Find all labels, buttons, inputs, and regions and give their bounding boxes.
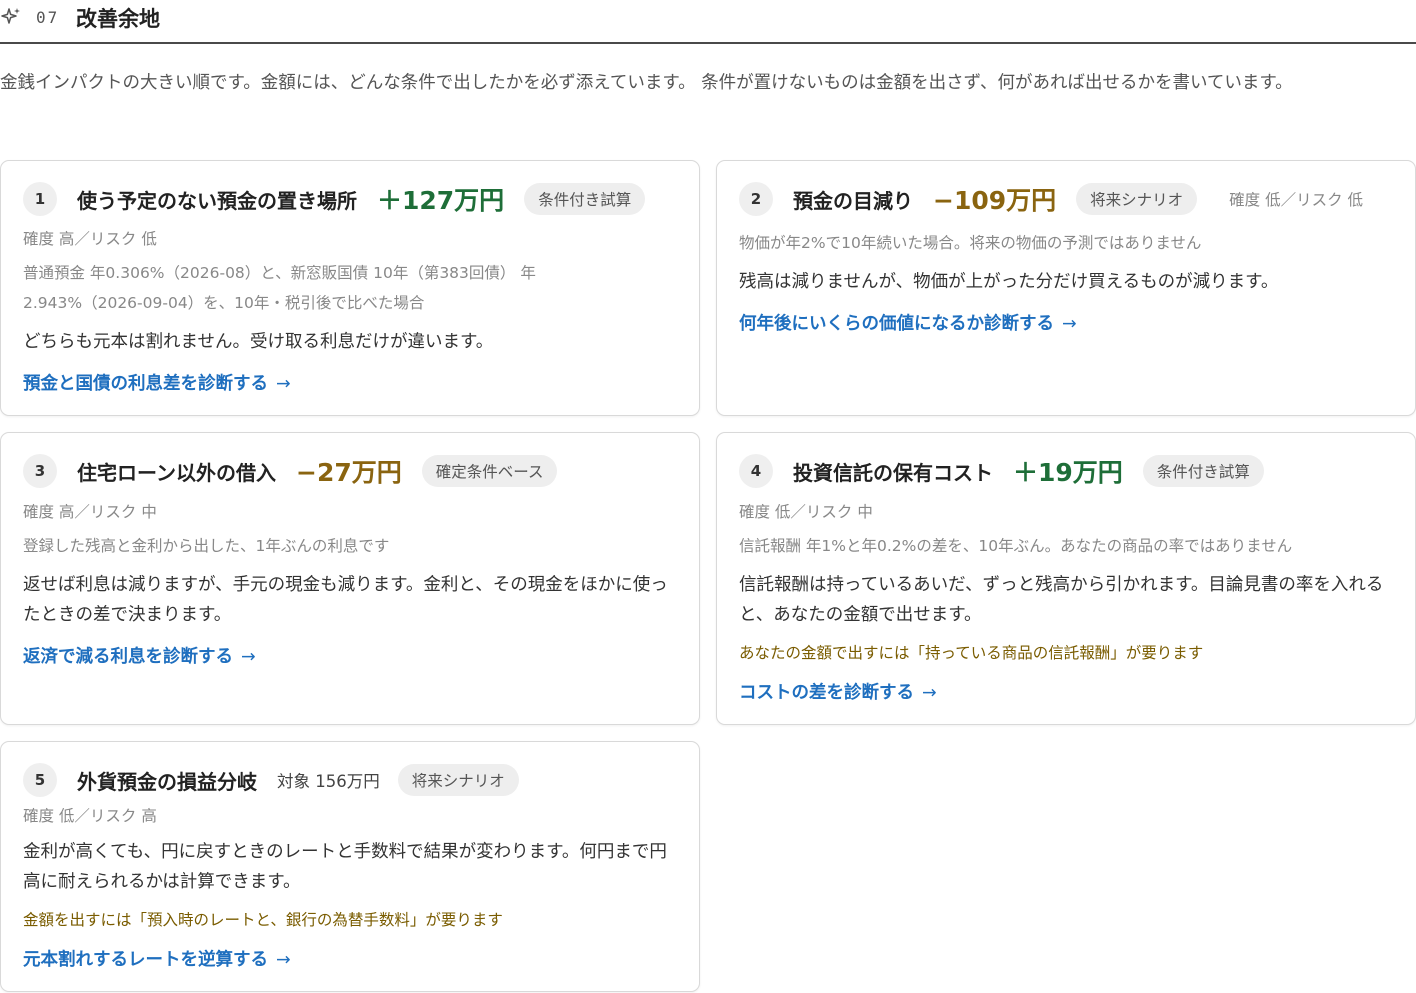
confidence-risk: 確度 高／リスク 中 (23, 503, 157, 521)
diagnose-link-label: 預金と国債の利息差を診断する (23, 374, 268, 394)
diagnose-link-label: 何年後にいくらの価値になるか診断する (739, 314, 1054, 334)
rank-badge: 3 (23, 454, 57, 488)
card-header: 3 住宅ローン以外の借入 −27万円 確定条件ベース (23, 453, 558, 489)
impact-amount: ＋19万円 (1013, 458, 1123, 487)
confidence-risk: 確度 低／リスク 高 (23, 807, 157, 825)
card-title: 外貨預金の損益分岐 (77, 769, 257, 794)
calculation-condition: 登録した残高と金利から出した、1年ぶんの利息です (23, 537, 390, 555)
data-requirement-note: 金額を出すには「預入時のレートと、銀行の為替手数料」が要ります (23, 911, 503, 929)
arrow-right-icon: → (922, 683, 937, 703)
rank-badge: 4 (739, 454, 773, 488)
diagnose-link[interactable]: 元本割れするレートを逆算する → (23, 946, 291, 971)
section-header: 07 改善余地 (0, 0, 1416, 44)
arrow-right-icon: → (241, 647, 256, 667)
card-description: 残高は減りませんが、物価が上がった分だけ買えるものが減ります。 (739, 272, 1279, 292)
calculation-condition: 普通預金 年0.306%（2026-08）と、新窓販国債 10年（第383回債）… (23, 264, 536, 312)
confidence-risk: 確度 高／リスク 低 (23, 230, 157, 248)
card-header: 5 外貨預金の損益分岐 対象 156万円 将来シナリオ (23, 762, 519, 798)
rank-badge: 2 (739, 182, 773, 216)
confidence-risk: 確度 低／リスク 低 (1229, 191, 1364, 209)
diagnose-link-label: 返済で減る利息を診断する (23, 647, 233, 667)
data-requirement-note: あなたの金額で出すには「持っている商品の信託報酬」が要ります (739, 644, 1204, 662)
improvement-card-5: 5 外貨預金の損益分岐 対象 156万円 将来シナリオ 確度 低／リスク 高 金… (0, 741, 700, 992)
card-description: 返せば利息は減りますが、手元の現金も減ります。金利と、その現金をほかに使ったとき… (23, 575, 668, 625)
arrow-right-icon: → (276, 950, 291, 970)
section-title: 改善余地 (76, 7, 160, 31)
card-description: どちらも元本は割れません。受け取る利息だけが違います。 (23, 332, 494, 352)
improvement-card-3: 3 住宅ローン以外の借入 −27万円 確定条件ベース 確度 高／リスク 中 登録… (0, 432, 700, 725)
section-intro: 金銭インパクトの大きい順です。金額には、どんな条件で出したかを必ず添えています。… (0, 73, 1293, 93)
card-title: 住宅ローン以外の借入 (77, 460, 276, 485)
confidence-risk: 確度 低／リスク 中 (739, 503, 873, 521)
calculation-condition: 物価が年2%で10年続いた場合。将来の物価の予測ではありません (739, 234, 1202, 252)
diagnose-link-label: コストの差を診断する (739, 683, 914, 703)
card-header: 4 投資信託の保有コスト ＋19万円 条件付き試算 (739, 453, 1264, 489)
diagnose-link-label: 元本割れするレートを逆算する (23, 950, 268, 970)
rank-badge: 1 (23, 182, 57, 216)
diagnose-link[interactable]: 何年後にいくらの価値になるか診断する → (739, 310, 1077, 335)
card-title: 使う予定のない預金の置き場所 (77, 188, 357, 213)
diagnose-link[interactable]: 預金と国債の利息差を診断する → (23, 370, 291, 395)
card-title: 投資信託の保有コスト (793, 460, 993, 485)
improvement-card-1: 1 使う予定のない預金の置き場所 ＋127万円 条件付き試算 確度 高／リスク … (0, 160, 700, 416)
diagnose-link[interactable]: 返済で減る利息を診断する → (23, 643, 256, 668)
card-header: 2 預金の目減り −109万円 将来シナリオ 確度 低／リスク 低 (739, 181, 1363, 217)
card-header: 1 使う予定のない預金の置き場所 ＋127万円 条件付き試算 (23, 181, 646, 217)
impact-amount: ＋127万円 (377, 186, 505, 215)
sparkle-icon (1, 8, 20, 24)
diagnose-link[interactable]: コストの差を診断する → (739, 679, 937, 704)
card-title: 預金の目減り (793, 188, 913, 213)
card-description: 信託報酬は持っているあいだ、ずっと残高から引かれます。目論見書の率を入れると、あ… (739, 575, 1384, 625)
target-amount: 対象 156万円 (277, 772, 380, 791)
estimate-type-tag: 条件付き試算 (1142, 455, 1264, 487)
estimate-type-tag: 将来シナリオ (1076, 183, 1198, 215)
arrow-right-icon: → (276, 374, 291, 394)
rank-badge: 5 (23, 763, 57, 797)
card-description: 金利が高くても、円に戻すときのレートと手数料で結果が変わります。何円まで円高に耐… (23, 842, 667, 892)
impact-amount: −109万円 (933, 186, 1057, 215)
calculation-condition: 信託報酬 年1%と年0.2%の差を、10年ぶん。あなたの商品の率ではありません (739, 537, 1293, 555)
arrow-right-icon: → (1062, 314, 1077, 334)
estimate-type-tag: 将来シナリオ (397, 764, 519, 796)
improvement-card-4: 4 投資信託の保有コスト ＋19万円 条件付き試算 確度 低／リスク 中 信託報… (716, 432, 1416, 725)
section-number: 07 (36, 8, 60, 27)
estimate-type-tag: 確定条件ベース (421, 455, 558, 487)
impact-amount: −27万円 (296, 458, 402, 487)
improvement-card-2: 2 預金の目減り −109万円 将来シナリオ 確度 低／リスク 低 物価が年2%… (716, 160, 1416, 416)
estimate-type-tag: 条件付き試算 (524, 183, 646, 215)
